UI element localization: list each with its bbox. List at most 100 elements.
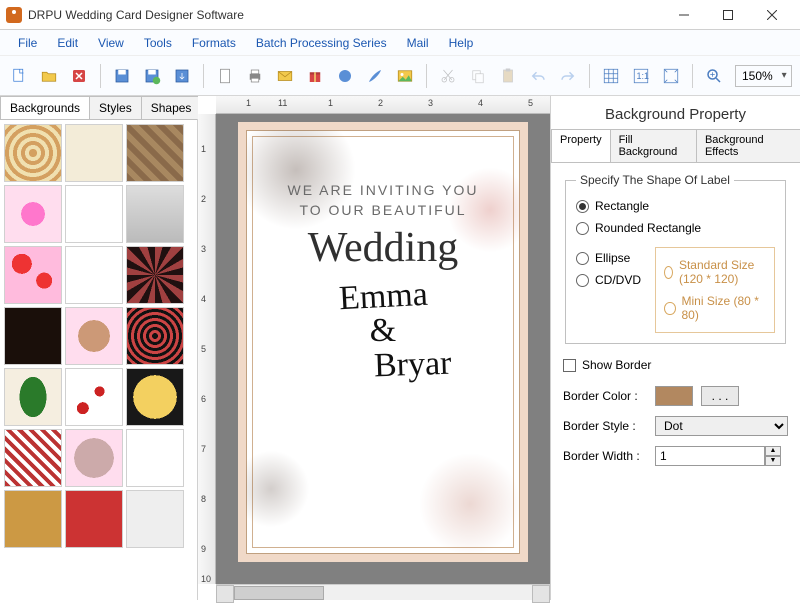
canvas-stage[interactable]: WE ARE INVITING YOU TO OUR BEAUTIFUL Wed… — [216, 114, 550, 584]
scrollbar-thumb[interactable] — [234, 586, 324, 600]
save-as-icon[interactable] — [139, 63, 165, 89]
border-color-swatch[interactable] — [655, 386, 693, 406]
checkbox-show-border[interactable]: Show Border — [563, 354, 788, 376]
radio-rectangle[interactable]: Rectangle — [576, 195, 775, 217]
thumbnail[interactable] — [65, 185, 123, 243]
fit-icon[interactable] — [658, 63, 684, 89]
grid-icon[interactable] — [598, 63, 624, 89]
menu-mail[interactable]: Mail — [397, 32, 439, 54]
radio-cddvd[interactable]: CD/DVD — [576, 269, 641, 291]
tab-styles[interactable]: Styles — [89, 96, 142, 119]
copy-icon[interactable] — [465, 63, 491, 89]
thumbnail[interactable] — [126, 307, 184, 365]
radio-mini-size[interactable]: Mini Size (80 * 80) — [664, 290, 766, 326]
thumbnail[interactable] — [4, 124, 62, 182]
spinner-up[interactable]: ▲ — [765, 446, 781, 456]
ruler-tick: 4 — [201, 294, 206, 304]
open-icon[interactable] — [36, 63, 62, 89]
thumbnail[interactable] — [65, 368, 123, 426]
radio-icon — [576, 252, 589, 265]
tab-backgrounds[interactable]: Backgrounds — [0, 96, 90, 119]
menu-view[interactable]: View — [88, 32, 134, 54]
actual-size-icon[interactable]: 1:1 — [628, 63, 654, 89]
card-ampersand[interactable]: & — [370, 312, 396, 350]
thumbnail[interactable] — [65, 246, 123, 304]
save-icon[interactable] — [109, 63, 135, 89]
tab-fill-background[interactable]: Fill Background — [610, 129, 697, 163]
thumbnail[interactable] — [126, 490, 184, 548]
mail-icon[interactable] — [272, 63, 298, 89]
ruler-tick: 2 — [378, 98, 383, 108]
paste-icon[interactable] — [495, 63, 521, 89]
thumbnail[interactable] — [126, 124, 184, 182]
thumbnail[interactable] — [126, 429, 184, 487]
background-thumbnails[interactable] — [0, 120, 197, 600]
radio-label: CD/DVD — [595, 273, 641, 287]
minimize-button[interactable] — [662, 0, 706, 30]
horizontal-scrollbar[interactable] — [216, 584, 550, 600]
cut-icon[interactable] — [435, 63, 461, 89]
radio-standard-size[interactable]: Standard Size (120 * 120) — [664, 254, 766, 290]
close-button[interactable] — [750, 0, 794, 30]
menu-help[interactable]: Help — [439, 32, 484, 54]
tab-background-effects[interactable]: Background Effects — [696, 129, 800, 163]
gift-icon[interactable] — [302, 63, 328, 89]
left-panel: Backgrounds Styles Shapes — [0, 96, 198, 600]
thumbnail[interactable] — [65, 307, 123, 365]
menu-edit[interactable]: Edit — [47, 32, 88, 54]
menu-formats[interactable]: Formats — [182, 32, 246, 54]
brush-icon[interactable] — [362, 63, 388, 89]
app-icon — [6, 7, 22, 23]
menu-file[interactable]: File — [8, 32, 47, 54]
thumbnail[interactable] — [4, 185, 62, 243]
thumbnail[interactable] — [4, 368, 62, 426]
card-line-1[interactable]: WE ARE INVITING YOU — [288, 182, 479, 198]
ru: 7 — [201, 444, 206, 454]
ruler-tick: 4 — [478, 98, 483, 108]
tab-property[interactable]: Property — [551, 129, 611, 163]
radio-rounded-rectangle[interactable]: Rounded Rectangle — [576, 217, 775, 239]
card-line-3[interactable]: Wedding — [308, 224, 459, 272]
maximize-button[interactable] — [706, 0, 750, 30]
menu-tools[interactable]: Tools — [134, 32, 182, 54]
border-style-row: Border Style : Dot — [563, 416, 788, 436]
tab-shapes[interactable]: Shapes — [141, 96, 202, 119]
card-name-2[interactable]: Bryar — [374, 345, 453, 386]
thumbnail[interactable] — [4, 490, 62, 548]
radio-ellipse[interactable]: Ellipse — [576, 247, 641, 269]
undo-icon[interactable] — [525, 63, 551, 89]
radio-icon — [576, 200, 589, 213]
thumbnail[interactable] — [4, 246, 62, 304]
border-width-input[interactable] — [655, 446, 765, 466]
thumbnail[interactable] — [4, 307, 62, 365]
wedding-card[interactable]: WE ARE INVITING YOU TO OUR BEAUTIFUL Wed… — [238, 122, 528, 562]
border-width-spinner[interactable]: ▲ ▼ — [655, 446, 781, 466]
zoom-select[interactable]: 150% — [735, 65, 792, 87]
thumbnail[interactable] — [126, 246, 184, 304]
print-icon[interactable] — [242, 63, 268, 89]
thumbnail[interactable] — [65, 490, 123, 548]
toolbar-separator — [426, 64, 427, 88]
thumbnail[interactable] — [126, 185, 184, 243]
thumbnail[interactable] — [65, 124, 123, 182]
export-icon[interactable] — [169, 63, 195, 89]
right-tabs: Property Fill Background Background Effe… — [551, 129, 800, 163]
card-name-1[interactable]: Emma — [338, 276, 429, 319]
image-icon[interactable] — [392, 63, 418, 89]
delete-icon[interactable] — [66, 63, 92, 89]
border-color-more-button[interactable]: . . . — [701, 386, 739, 406]
border-style-select[interactable]: Dot — [655, 416, 788, 436]
page-icon[interactable] — [212, 63, 238, 89]
thumbnail[interactable] — [4, 429, 62, 487]
spinner-down[interactable]: ▼ — [765, 456, 781, 466]
color-icon[interactable] — [332, 63, 358, 89]
zoom-icon[interactable] — [701, 63, 727, 89]
new-doc-icon[interactable] — [6, 63, 32, 89]
menu-batch[interactable]: Batch Processing Series — [246, 32, 397, 54]
card-line-2[interactable]: TO OUR BEAUTIFUL — [299, 202, 466, 218]
thumbnail[interactable] — [126, 368, 184, 426]
radio-label: Standard Size (120 * 120) — [679, 258, 766, 286]
window-controls — [662, 0, 794, 30]
thumbnail[interactable] — [65, 429, 123, 487]
redo-icon[interactable] — [555, 63, 581, 89]
